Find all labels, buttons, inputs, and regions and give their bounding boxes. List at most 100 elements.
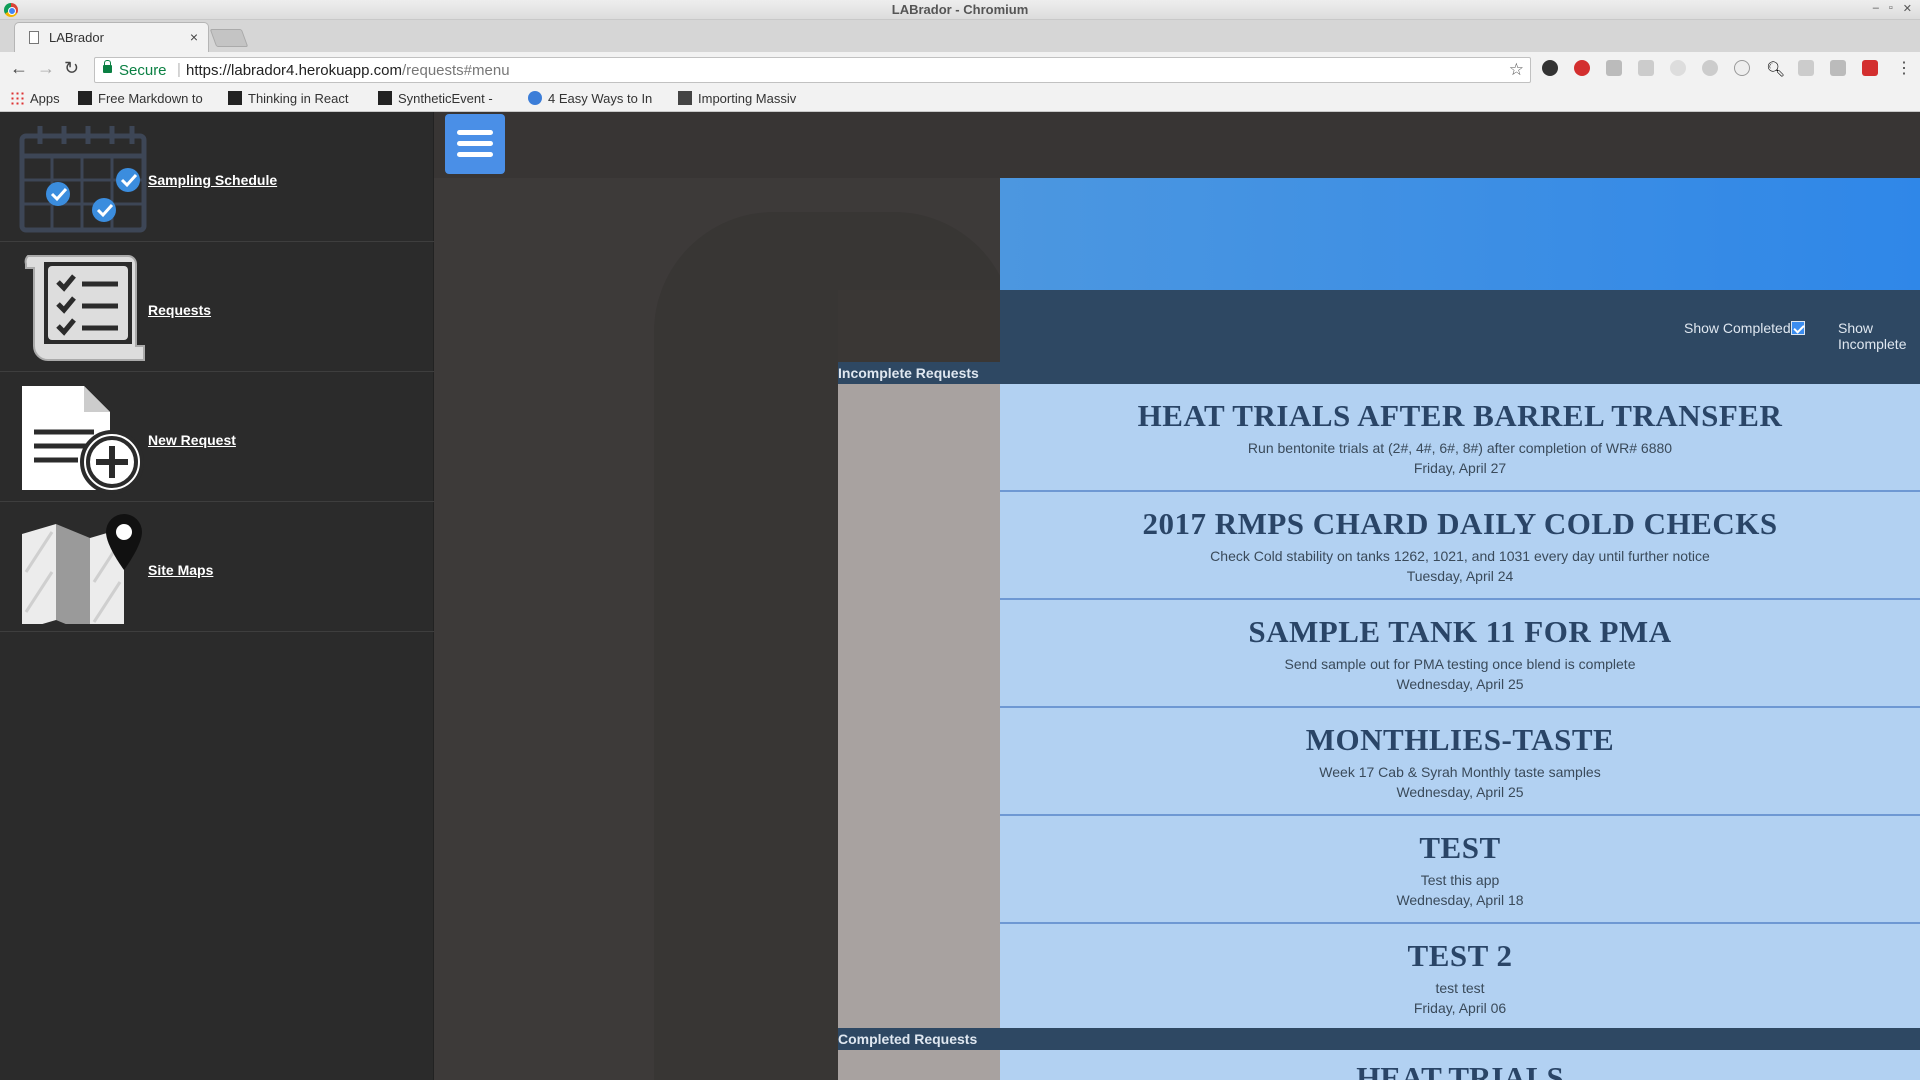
- browser-toolbar: ← → ↻ Secure | https://labrador4.herokua…: [0, 52, 1920, 86]
- window-controls: – ▫ ✕: [1873, 2, 1912, 15]
- main-content: Show Completed Show Incomplete Incomplet…: [434, 112, 1920, 1080]
- sidebar-item-requests[interactable]: Requests: [0, 242, 500, 372]
- url-text[interactable]: https://labrador4.herokuapp.com/requests…: [186, 62, 510, 79]
- filter-bar-left: [838, 290, 1000, 362]
- sidebar-item-label[interactable]: Site Maps: [148, 562, 213, 578]
- request-date: Wednesday, April 18: [1396, 892, 1524, 908]
- minimize-icon[interactable]: –: [1873, 2, 1879, 15]
- bookmarks-bar: Apps Free Markdown to Thinking in React …: [0, 86, 1920, 112]
- sidebar-item-label[interactable]: New Request: [148, 432, 236, 448]
- menu-dots-icon[interactable]: ⋮: [1896, 58, 1912, 78]
- react-icon: [228, 91, 242, 105]
- request-card[interactable]: SAMPLE TANK 11 FOR PMA Send sample out f…: [1000, 600, 1920, 708]
- address-bar[interactable]: Secure | https://labrador4.herokuapp.com…: [94, 57, 1531, 83]
- request-card[interactable]: MONTHLIES-TASTE Week 17 Cab & Syrah Mont…: [1000, 708, 1920, 816]
- url-path: /requests#menu: [401, 62, 510, 79]
- forward-icon[interactable]: →: [37, 58, 55, 79]
- extension-icon[interactable]: [1830, 60, 1846, 76]
- extension-icon[interactable]: [1638, 60, 1654, 76]
- section-heading-incomplete: Incomplete Requests: [838, 362, 1920, 384]
- app-root: Sampling Schedule Requests New Request S…: [0, 112, 1920, 1080]
- secure-label: Secure: [119, 62, 167, 79]
- request-title: 2017 RMPS CHARD DAILY COLD CHECKS: [1142, 506, 1778, 541]
- show-completed-toggle[interactable]: Show Completed: [1684, 320, 1805, 336]
- window-titlebar: LABrador - Chromium – ▫ ✕: [0, 0, 1920, 20]
- browser-tab[interactable]: LABrador ×: [14, 22, 209, 52]
- request-card[interactable]: 2017 RMPS CHARD DAILY COLD CHECKS Check …: [1000, 492, 1920, 600]
- back-icon[interactable]: ←: [10, 58, 28, 79]
- tab-title: LABrador: [49, 30, 104, 45]
- top-bar: [434, 112, 1920, 178]
- extension-icon[interactable]: [1542, 60, 1558, 76]
- tab-close-icon[interactable]: ×: [190, 29, 198, 45]
- checklist-scroll-icon: [24, 255, 145, 361]
- close-window-icon[interactable]: ✕: [1903, 2, 1912, 15]
- sidebar-item-label[interactable]: Sampling Schedule: [148, 172, 277, 188]
- reload-icon[interactable]: ↻: [64, 58, 79, 79]
- apps-grid-icon: [10, 91, 24, 105]
- request-title: SAMPLE TANK 11 FOR PMA: [1248, 614, 1672, 649]
- show-incomplete-toggle[interactable]: Show Incomplete: [1838, 320, 1920, 352]
- menu-bar: [457, 141, 493, 146]
- hamburger-menu-button[interactable]: [445, 114, 505, 174]
- profile-icon: [678, 91, 692, 105]
- sidebar-item-new-request[interactable]: New Request: [0, 372, 500, 502]
- request-date: Wednesday, April 25: [1396, 676, 1524, 692]
- calendar-check-icon: [19, 126, 147, 233]
- request-card[interactable]: HEAT TRIALS AFTER BARREL TRANSFER Run be…: [1000, 384, 1920, 492]
- request-title: HEAT TRIALS AFTER BARREL TRANSFER: [1137, 398, 1783, 433]
- filter-bar: Show Completed Show Incomplete: [838, 290, 1920, 362]
- request-date: Wednesday, April 25: [1396, 784, 1524, 800]
- new-document-icon: [22, 386, 144, 494]
- adblock-icon[interactable]: [1574, 60, 1590, 76]
- extension-icon[interactable]: [1606, 60, 1622, 76]
- bookmark-item[interactable]: Importing Massiv: [678, 91, 814, 106]
- request-description: Run bentonite trials at (2#, 4#, 6#, 8#)…: [1247, 440, 1673, 456]
- side-menu: Sampling Schedule Requests New Request S…: [0, 112, 500, 1080]
- map-pin-icon: [22, 514, 142, 624]
- sidebar-item-site-maps[interactable]: Site Maps: [0, 502, 500, 632]
- sidebar-item-label[interactable]: Requests: [148, 302, 211, 318]
- request-date: Friday, April 27: [1413, 460, 1507, 476]
- completed-request-card[interactable]: HEAT TRIALS: [1000, 1050, 1920, 1080]
- url-origin: https://labrador4.herokuapp.com: [186, 62, 402, 79]
- globe-icon: [528, 91, 542, 105]
- request-date: Friday, April 06: [1413, 1000, 1507, 1016]
- request-description: Check Cold stability on tanks 1262, 1021…: [1210, 548, 1710, 564]
- request-date: Tuesday, April 24: [1406, 568, 1514, 584]
- extension-icon[interactable]: [1702, 60, 1718, 76]
- extension-icon[interactable]: [1862, 60, 1878, 76]
- menu-bar: [457, 130, 493, 135]
- address-separator: |: [177, 61, 181, 78]
- react-icon: [378, 91, 392, 105]
- request-title: MONTHLIES-TASTE: [1305, 722, 1615, 757]
- maximize-icon[interactable]: ▫: [1889, 2, 1893, 15]
- list-left-shade: [838, 290, 1003, 1080]
- extension-icon[interactable]: [1670, 60, 1686, 76]
- bookmark-item[interactable]: SyntheticEvent -: [378, 91, 514, 106]
- request-card[interactable]: TEST 2 test test Friday, April 06: [1000, 924, 1920, 1032]
- bookmark-item[interactable]: Free Markdown to: [78, 91, 214, 106]
- search-icon[interactable]: 🔍︎: [1766, 60, 1785, 78]
- extension-icon[interactable]: [1798, 60, 1814, 76]
- window-title: LABrador - Chromium: [891, 2, 1029, 17]
- show-completed-checkbox[interactable]: [1790, 321, 1805, 335]
- request-title: TEST 2: [1407, 938, 1513, 973]
- bookmark-star-icon[interactable]: ☆: [1509, 60, 1524, 80]
- request-description: test test: [1435, 980, 1485, 996]
- extension-icon[interactable]: [1734, 60, 1750, 76]
- sidebar-item-sampling-schedule[interactable]: Sampling Schedule: [0, 112, 500, 242]
- incomplete-request-list: HEAT TRIALS AFTER BARREL TRANSFER Run be…: [1000, 384, 1920, 1032]
- new-tab-button[interactable]: [209, 29, 249, 47]
- page-icon: [29, 31, 39, 44]
- bookmark-apps[interactable]: Apps: [10, 91, 60, 106]
- request-title: TEST: [1419, 830, 1501, 865]
- request-description: Test this app: [1420, 872, 1500, 888]
- section-heading-completed: Completed Requests: [838, 1028, 1920, 1050]
- bookmark-item[interactable]: 4 Easy Ways to In: [528, 91, 664, 106]
- bookmark-item[interactable]: Thinking in React: [228, 91, 364, 106]
- request-description: Week 17 Cab & Syrah Monthly taste sample…: [1319, 764, 1601, 780]
- tab-strip: LABrador ×: [0, 20, 1920, 52]
- header-banner: [1000, 178, 1920, 290]
- request-card[interactable]: TEST Test this app Wednesday, April 18: [1000, 816, 1920, 924]
